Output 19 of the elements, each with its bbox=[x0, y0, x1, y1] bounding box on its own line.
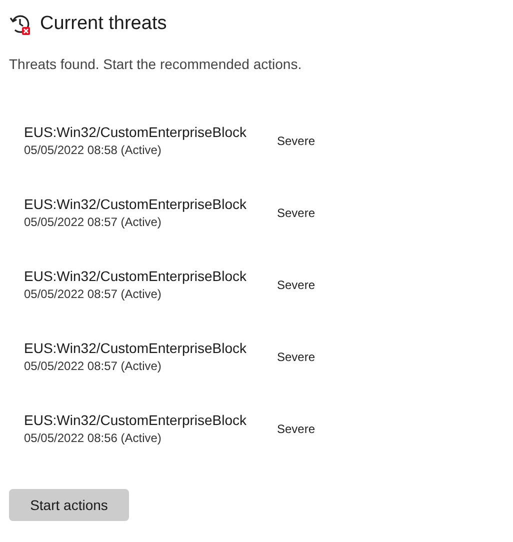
threat-name: EUS:Win32/CustomEnterpriseBlock bbox=[24, 268, 248, 284]
section-title: Current threats bbox=[40, 13, 167, 35]
severity-label: Severe bbox=[277, 134, 316, 148]
threat-name: EUS:Win32/CustomEnterpriseBlock bbox=[24, 196, 248, 212]
threat-date: 05/05/2022 08:56 (Active) bbox=[24, 431, 162, 445]
severity-label: Severe bbox=[277, 350, 316, 364]
start-actions-button[interactable]: Start actions bbox=[9, 489, 129, 521]
section-description: Threats found. Start the recommended actions. bbox=[9, 56, 303, 72]
severity-label: Severe bbox=[277, 206, 316, 220]
threat-date: 05/05/2022 08:57 (Active) bbox=[24, 215, 162, 229]
threat-date: 05/05/2022 08:57 (Active) bbox=[24, 359, 162, 373]
threat-name: EUS:Win32/CustomEnterpriseBlock bbox=[24, 124, 248, 140]
history-alert-icon bbox=[9, 13, 31, 35]
threat-date: 05/05/2022 08:58 (Active) bbox=[24, 143, 162, 157]
threat-date: 05/05/2022 08:57 (Active) bbox=[24, 287, 162, 301]
threat-name: EUS:Win32/CustomEnterpriseBlock bbox=[24, 340, 248, 356]
severity-label: Severe bbox=[277, 278, 316, 292]
severity-label: Severe bbox=[277, 422, 316, 436]
threat-name: EUS:Win32/CustomEnterpriseBlock bbox=[24, 412, 248, 428]
